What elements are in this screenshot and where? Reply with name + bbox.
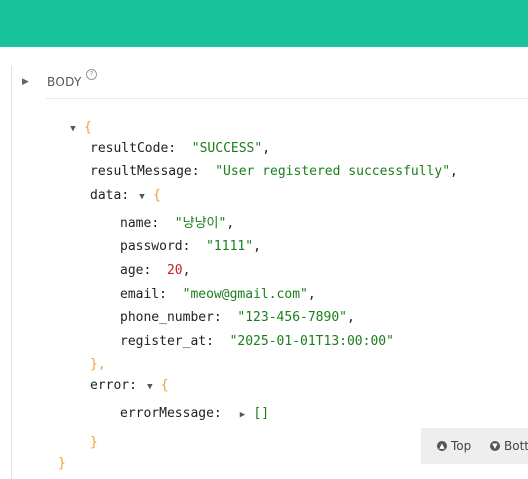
json-line-data: data: ▼{: [90, 187, 161, 206]
json-line-resultCode: resultCode: "SUCCESS",: [90, 141, 271, 156]
collapse-toggle-icon[interactable]: ▼: [145, 378, 155, 396]
collapse-toggle-icon[interactable]: ▼: [137, 188, 147, 206]
scroll-top-button[interactable]: ▲ Top: [437, 428, 471, 464]
body-section-header[interactable]: ▶ BODY ?: [22, 69, 97, 92]
arrow-down-icon: ▼: [490, 441, 500, 451]
json-line-errorMessage: errorMessage: ▶[]: [120, 405, 269, 424]
json-error-close: }: [90, 435, 98, 450]
json-root-close: }: [58, 456, 66, 471]
json-line-name: name: "냥냥이",: [120, 216, 235, 231]
divider: [46, 98, 528, 99]
json-line-password: password: "1111",: [120, 239, 261, 254]
scroll-bottom-button[interactable]: ▼ Botto: [490, 428, 528, 464]
scroll-controls: ▲ Top ▼ Botto: [421, 428, 528, 464]
collapse-toggle-icon[interactable]: ▼: [68, 120, 78, 138]
expand-toggle-icon[interactable]: ▶: [237, 406, 247, 424]
json-root-open[interactable]: ▼{: [68, 119, 92, 138]
json-line-phone_number: phone_number: "123-456-7890",: [120, 310, 355, 325]
json-data-close: },: [90, 357, 106, 372]
panel-border: [11, 66, 12, 479]
arrow-up-icon: ▲: [437, 441, 447, 451]
collapse-caret-icon[interactable]: ▶: [22, 77, 32, 87]
top-bar: [0, 0, 528, 47]
json-line-email: email: "meow@gmail.com",: [120, 287, 316, 302]
json-line-resultMessage: resultMessage: "User registered successf…: [90, 164, 458, 179]
body-label: BODY: [47, 75, 82, 89]
json-line-age: age: 20,: [120, 263, 191, 278]
json-line-register_at: register_at: "2025-01-01T13:00:00": [120, 334, 394, 349]
json-line-error: error: ▼{: [90, 377, 169, 396]
help-icon[interactable]: ?: [86, 69, 97, 80]
